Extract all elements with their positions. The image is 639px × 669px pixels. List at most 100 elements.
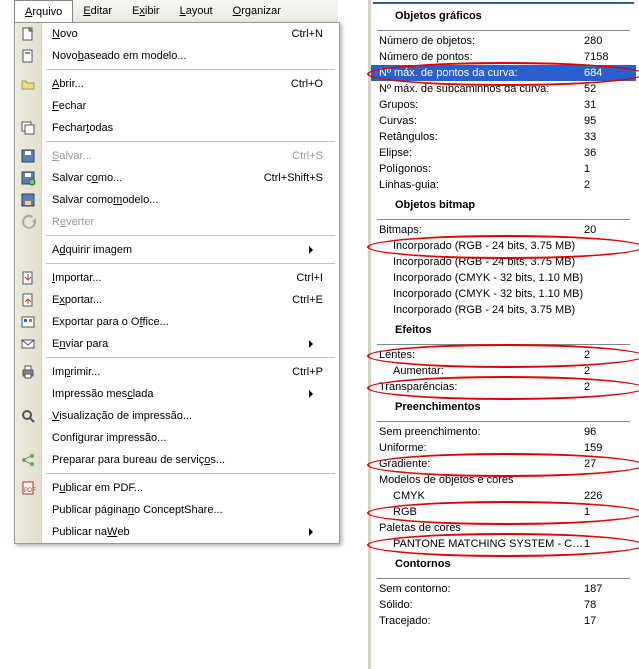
preview-icon [20,408,36,424]
info-row[interactable]: Modelos de objetos e cores [371,472,636,488]
menu-item-10: Reverter [15,211,339,233]
menubar-item-0[interactable]: Arquivo [14,0,73,22]
menu-item-5[interactable]: Fechar todas [15,117,339,139]
info-row[interactable]: Sem preenchimento:96 [371,424,636,440]
menubar-item-3[interactable]: Layout [170,0,223,22]
menu-separator [15,139,339,145]
menu-item-shortcut: Ctrl+Shift+S [264,172,339,184]
info-row[interactable]: Paletas de cores [371,520,636,536]
blank-icon [20,98,36,114]
menubar-label: Organizar [233,5,281,17]
info-row[interactable]: Sem contorno:187 [371,581,636,597]
share-icon [20,452,36,468]
info-row-label: Tracejado: [379,615,584,627]
menu-item-label: Novo baseado em modelo... [42,50,323,62]
info-row[interactable]: Uniforme:159 [371,440,636,456]
menu-item-14[interactable]: Importar...Ctrl+I [15,267,339,289]
info-row-value: 159 [584,442,628,454]
info-row[interactable]: Gradiente:27 [371,456,636,472]
info-row[interactable]: CMYK226 [371,488,636,504]
menu-item-8[interactable]: Salvar como...Ctrl+Shift+S [15,167,339,189]
menu-item-9[interactable]: Salvar como modelo... [15,189,339,211]
info-section-title: Objetos gráficos [371,4,636,28]
info-row-value: 27 [584,458,628,470]
info-row[interactable]: Retângulos:33 [371,129,636,145]
info-row[interactable]: Curvas:95 [371,113,636,129]
info-row-value [584,272,628,284]
menu-item-15[interactable]: Exportar...Ctrl+E [15,289,339,311]
info-section-title: Efeitos [371,318,636,342]
info-row[interactable]: Transparências:2 [371,379,636,395]
menubar-item-2[interactable]: Exibir [122,0,170,22]
info-row[interactable]: Incorporado (RGB - 24 bits, 3.75 MB) [371,302,636,318]
menu-item-20[interactable]: Impressão mesclada [15,383,339,405]
info-row[interactable]: Aumentar:2 [371,363,636,379]
info-row[interactable]: PANTONE MATCHING SYSTEM - Cor...1 [371,536,636,552]
info-row[interactable]: Bitmaps:20 [371,222,636,238]
info-row[interactable]: Sólido:78 [371,597,636,613]
menu-separator [15,233,339,239]
menu-item-12[interactable]: Adquirir imagem [15,239,339,261]
menu-item-17[interactable]: Enviar para [15,333,339,355]
info-row[interactable]: RGB1 [371,504,636,520]
menu-item-23[interactable]: Preparar para bureau de serviços... [15,449,339,471]
menu-item-19[interactable]: Imprimir...Ctrl+P [15,361,339,383]
new-tpl-icon [20,48,36,64]
info-row[interactable]: Lentes:2 [371,347,636,363]
info-row-value: 2 [584,349,628,361]
info-row[interactable]: Incorporado (CMYK - 32 bits, 1.10 MB) [371,286,636,302]
menu-item-22[interactable]: Configurar impressão... [15,427,339,449]
info-row[interactable]: Elipse:36 [371,145,636,161]
info-row-value: 226 [584,490,628,502]
menu-item-4[interactable]: Fechar [15,95,339,117]
info-row[interactable]: Nº máx. de pontos da curva:684 [371,65,636,81]
menu-item-shortcut: Ctrl+I [296,272,339,284]
menubar-item-4[interactable]: Organizar [223,0,291,22]
info-row[interactable]: Nº máx. de subcaminhos da curva:52 [371,81,636,97]
info-row-label: Linhas-guia: [379,179,584,191]
menu-item-label: Impressão mesclada [42,388,323,400]
menu-item-label: Salvar... [42,150,292,162]
menu-item-21[interactable]: Visualização de impressão... [15,405,339,427]
info-row[interactable]: Tracejado:17 [371,613,636,629]
menu-item-label: Salvar como... [42,172,264,184]
info-row-label: Incorporado (RGB - 24 bits, 3.75 MB) [379,240,584,252]
info-row-label: Sem contorno: [379,583,584,595]
menubar: Arquivo EditarExibirLayout Organizar [14,0,338,23]
menu-item-16[interactable]: Exportar para o Office... [15,311,339,333]
info-row[interactable]: Polígonos:1 [371,161,636,177]
menu-item-0[interactable]: NovoCtrl+N [15,23,339,45]
menu-item-label: Novo [42,28,292,40]
menu-item-26[interactable]: Publicar página no ConceptShare... [15,499,339,521]
info-row[interactable]: Número de pontos:7158 [371,49,636,65]
info-row[interactable]: Incorporado (RGB - 24 bits, 3.75 MB) [371,254,636,270]
menubar-label: Arquivo [25,6,62,18]
info-row[interactable]: Incorporado (CMYK - 32 bits, 1.10 MB) [371,270,636,286]
info-row-label: Número de objetos: [379,35,584,47]
menu-item-3[interactable]: Abrir...Ctrl+O [15,73,339,95]
info-row-label: Incorporado (RGB - 24 bits, 3.75 MB) [379,304,584,316]
info-row-label: Incorporado (CMYK - 32 bits, 1.10 MB) [379,272,584,284]
info-row[interactable]: Incorporado (RGB - 24 bits, 3.75 MB) [371,238,636,254]
info-row-value: 31 [584,99,628,111]
save-as-icon [20,170,36,186]
import-icon [20,270,36,286]
info-row[interactable]: Grupos:31 [371,97,636,113]
menu-item-27[interactable]: Publicar na Web [15,521,339,543]
menu-item-label: Reverter [42,216,323,228]
menubar-item-1[interactable]: Editar [73,0,122,22]
menu-item-25[interactable]: PDFPublicar em PDF... [15,477,339,499]
info-row[interactable]: Linhas-guia:2 [371,177,636,193]
document-info-panel: Objetos gráficos Número de objetos:280Núm… [368,0,636,669]
info-row-value [584,522,628,534]
office-icon [20,314,36,330]
menu-item-1[interactable]: Novo baseado em modelo... [15,45,339,67]
info-row-value: 95 [584,115,628,127]
menu-item-label: Preparar para bureau de serviços... [42,454,323,466]
menu-separator [15,261,339,267]
info-row[interactable]: Número de objetos:280 [371,33,636,49]
menu-item-label: Configurar impressão... [42,432,323,444]
save-tpl-icon [20,192,36,208]
info-row-value: 33 [584,131,628,143]
menu-separator [15,471,339,477]
